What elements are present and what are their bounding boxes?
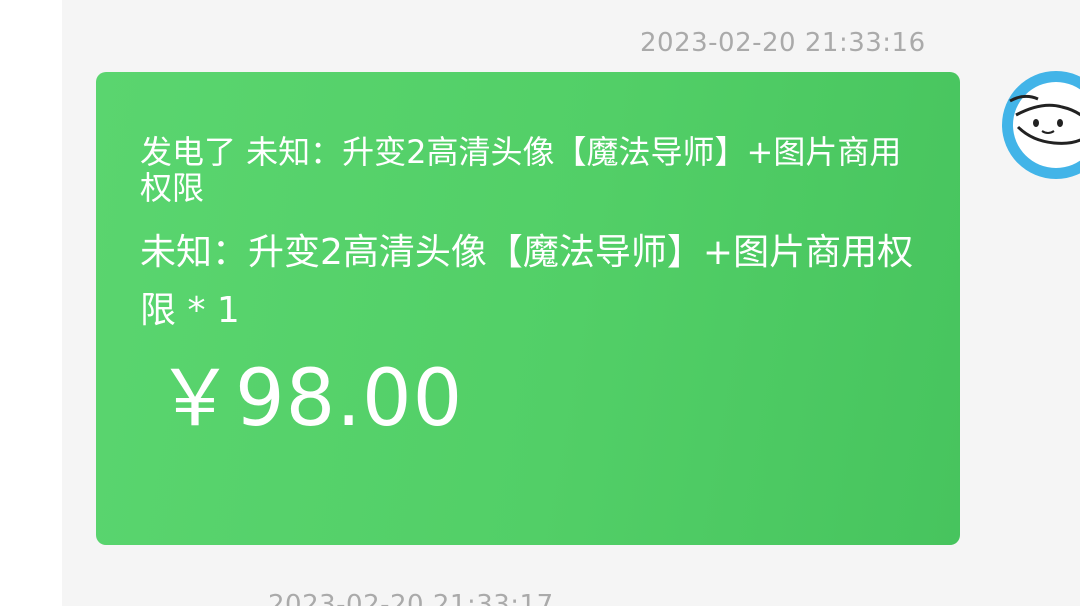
order-message-bubble[interactable]: 发电了 未知：升变2高清头像【魔法导师】+图片商用权限 未知：升变2高清头像【魔…	[96, 72, 960, 545]
order-price: ￥98.00	[156, 354, 464, 444]
cartoon-face-icon	[1009, 82, 1080, 168]
order-item-description: 未知：升变2高清头像【魔法导师】+图片商用权限 * 1	[140, 232, 914, 331]
message-timestamp: 2023-02-20 21:33:16	[640, 28, 926, 58]
message-timestamp: 2023-02-20 21:33:17	[268, 590, 554, 606]
order-title: 发电了 未知：升变2高清头像【魔法导师】+图片商用权限	[140, 133, 902, 207]
chat-screen: 2023-02-20 21:33:16 发电了 未知：升变2高清头像【魔法导师】…	[0, 0, 1080, 606]
avatar[interactable]	[1002, 71, 1080, 179]
